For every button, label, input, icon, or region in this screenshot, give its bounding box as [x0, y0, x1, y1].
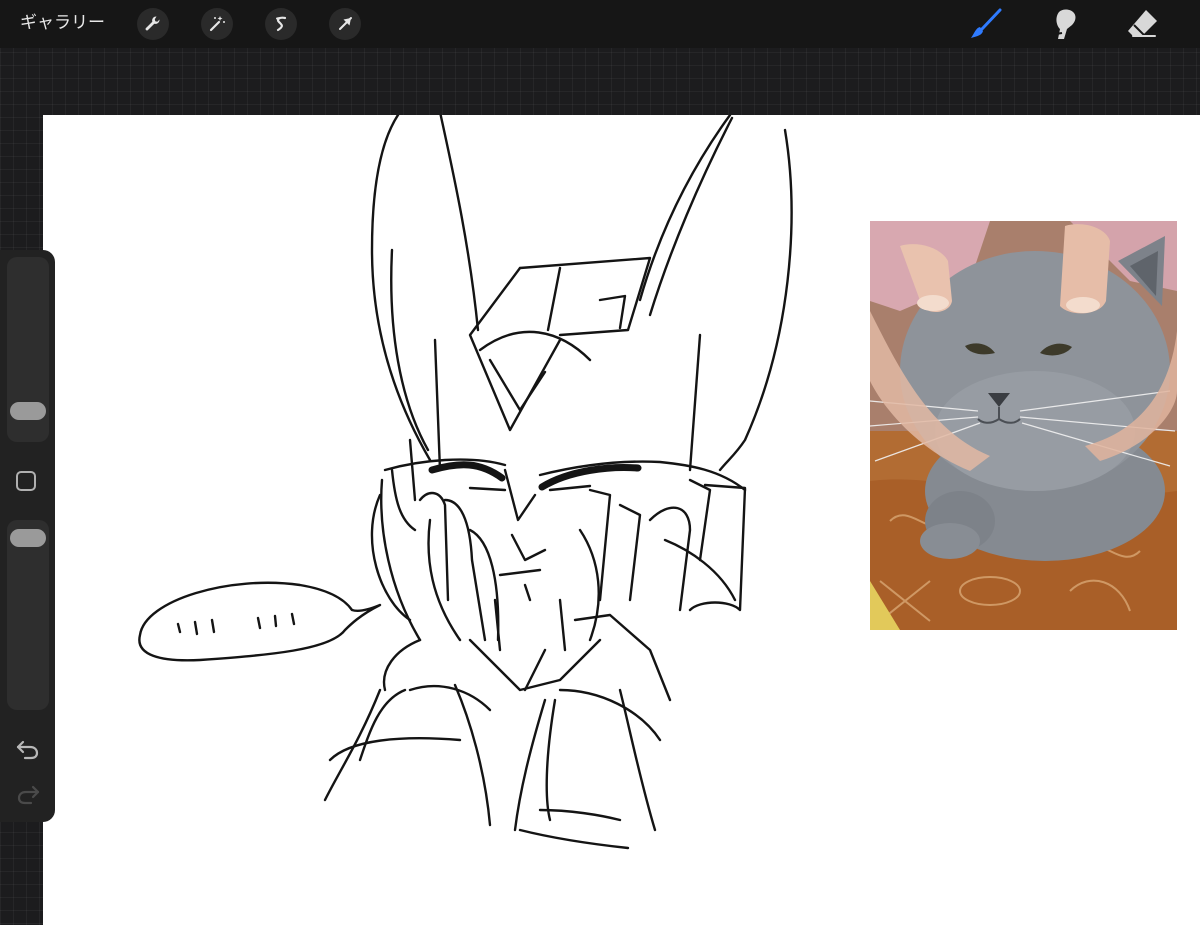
opacity-thumb[interactable] [10, 529, 46, 547]
smudge-tool-button[interactable] [1046, 6, 1082, 42]
eraser-tool-button[interactable] [1124, 6, 1160, 42]
smudge-icon [1055, 9, 1076, 39]
brush-icon [971, 8, 1002, 38]
brush-size-slider[interactable] [7, 257, 49, 442]
brush-size-thumb[interactable] [10, 401, 46, 420]
left-sidebar [0, 250, 55, 822]
magic-wand-icon [209, 16, 225, 32]
opacity-slider[interactable] [7, 520, 49, 710]
reference-photo [870, 221, 1177, 630]
wrench-icon [145, 16, 160, 31]
actions-button[interactable] [137, 8, 169, 40]
selection-icon [276, 16, 287, 32]
eraser-icon [1128, 10, 1157, 37]
gallery-button[interactable]: ギャラリー [20, 12, 105, 34]
undo-icon[interactable] [15, 738, 41, 760]
brush-tool-button[interactable] [968, 6, 1004, 42]
transform-button[interactable] [329, 8, 361, 40]
redo-icon[interactable] [15, 783, 41, 805]
top-toolbar: ギャラリー [0, 0, 1200, 48]
adjustments-button[interactable] [201, 8, 233, 40]
selection-button[interactable] [265, 8, 297, 40]
modify-button[interactable] [16, 471, 36, 491]
transform-arrow-icon [339, 17, 352, 30]
